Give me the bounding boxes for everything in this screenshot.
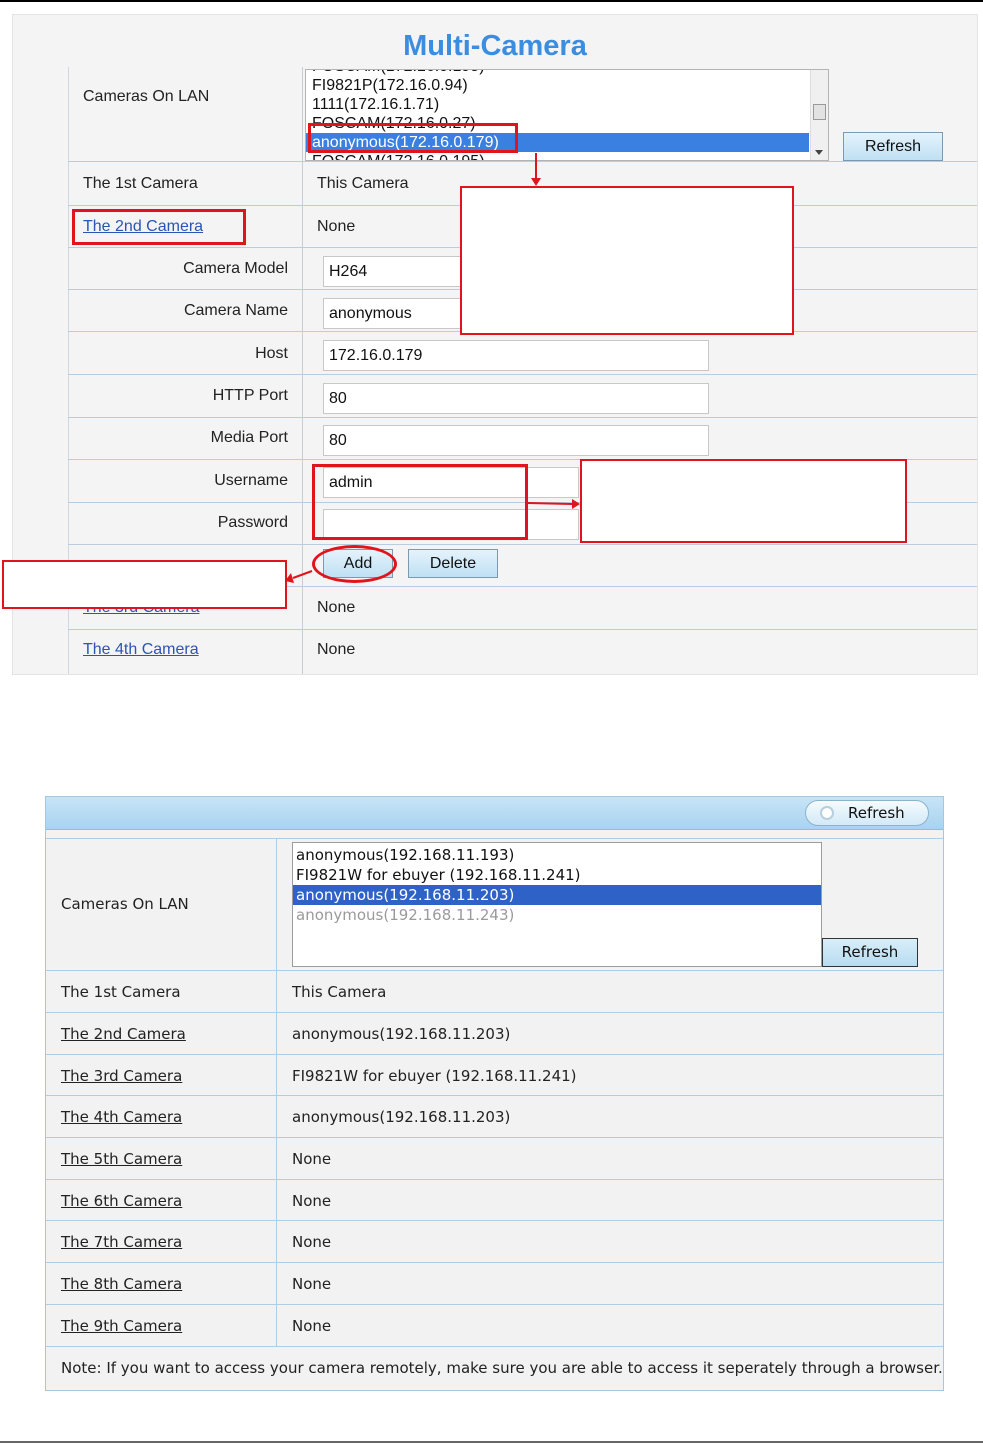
seventh-camera-link[interactable]: The 7th Camera	[61, 1233, 182, 1251]
row-divider	[46, 1220, 943, 1221]
host-label: Host	[255, 345, 288, 362]
camera-model-field[interactable]: H264	[323, 256, 473, 287]
media-port-label: Media Port	[210, 429, 288, 446]
fifth-camera-link[interactable]: The 5th Camera	[61, 1150, 182, 1168]
ninth-camera-link[interactable]: The 9th Camera	[61, 1317, 182, 1335]
row-divider	[68, 161, 977, 162]
multi-camera-screenshot-2: Refresh Cameras On LAN anonymous(192.168…	[45, 796, 944, 1391]
row-divider	[68, 374, 977, 375]
scroll-down-arrow-icon[interactable]	[815, 150, 823, 155]
username-label: Username	[214, 472, 288, 489]
delete-button[interactable]: Delete	[408, 549, 498, 578]
first-camera-value: This Camera	[292, 983, 387, 1001]
cameras-on-lan-label: Cameras On LAN	[83, 88, 210, 105]
remote-access-note: Note: If you want to access your camera …	[61, 1359, 943, 1377]
lan-camera-option-selected[interactable]: anonymous(192.168.11.203)	[293, 885, 821, 905]
refresh-button[interactable]: Refresh	[822, 938, 918, 967]
row-divider	[46, 970, 943, 971]
row-divider	[68, 417, 977, 418]
fourth-camera-value: None	[317, 641, 356, 658]
lan-camera-option[interactable]: FOSCAM(172.16.0.195)	[312, 70, 485, 76]
page-bottom-rule	[0, 1441, 983, 1443]
camera-model-label: Camera Model	[183, 260, 288, 277]
second-camera-value: anonymous(192.168.11.203)	[292, 1025, 511, 1043]
cameras-on-lan-label: Cameras On LAN	[61, 895, 189, 913]
fourth-camera-link[interactable]: The 4th Camera	[61, 1108, 182, 1126]
first-camera-label: The 1st Camera	[83, 175, 198, 192]
lan-camera-option[interactable]: 1111(172.16.1.71)	[312, 95, 439, 114]
third-camera-value: None	[317, 599, 356, 616]
seventh-camera-value: None	[292, 1233, 332, 1251]
third-camera-value: FI9821W for ebuyer (192.168.11.241)	[292, 1067, 577, 1085]
top-toolbar: Refresh	[46, 797, 943, 830]
column-divider	[302, 67, 303, 674]
row-divider	[46, 1346, 943, 1347]
password-label: Password	[217, 514, 288, 531]
row-divider	[46, 1304, 943, 1305]
row-divider	[68, 544, 977, 545]
lan-camera-option[interactable]: anonymous(192.168.11.193)	[296, 845, 514, 865]
row-divider	[46, 1012, 943, 1013]
selected-camera-highlight-box	[308, 123, 518, 153]
fifth-camera-value: None	[292, 1150, 332, 1168]
sixth-camera-value: None	[292, 1192, 332, 1210]
second-camera-highlight-box	[72, 209, 246, 245]
row-divider	[46, 1137, 943, 1138]
eighth-camera-link[interactable]: The 8th Camera	[61, 1275, 182, 1293]
top-refresh-label: Refresh	[848, 804, 905, 822]
page-top-rule	[0, 0, 983, 2]
cameras-on-lan-listbox[interactable]: anonymous(192.168.11.193) FI9821W for eb…	[292, 842, 822, 967]
refresh-button[interactable]: Refresh	[843, 132, 943, 161]
camera-name-field[interactable]: anonymous	[323, 298, 473, 329]
media-port-field[interactable]: 80	[323, 425, 709, 456]
scrollbar-thumb[interactable]	[813, 104, 826, 120]
row-divider	[46, 1095, 943, 1096]
top-refresh-button[interactable]: Refresh	[805, 800, 929, 826]
host-field[interactable]: 172.16.0.179	[323, 340, 709, 371]
http-port-field[interactable]: 80	[323, 383, 709, 414]
lan-camera-option[interactable]: FI9821W for ebuyer (192.168.11.241)	[296, 865, 581, 885]
first-camera-value: This Camera	[317, 175, 409, 192]
lan-camera-option[interactable]: FOSCAM(172.16.0.195)	[312, 152, 485, 160]
row-divider	[68, 629, 977, 630]
lan-camera-option[interactable]: FI9821P(172.16.0.94)	[312, 76, 468, 95]
row-divider	[46, 1262, 943, 1263]
refresh-icon	[820, 806, 834, 820]
annotation-callout-box	[460, 186, 794, 335]
annotation-callout-box	[580, 459, 907, 543]
column-divider	[276, 838, 277, 1347]
fourth-camera-value: anonymous(192.168.11.203)	[292, 1108, 511, 1126]
sixth-camera-link[interactable]: The 6th Camera	[61, 1192, 182, 1210]
third-camera-link[interactable]: The 3rd Camera	[61, 1067, 182, 1085]
eighth-camera-value: None	[292, 1275, 332, 1293]
http-port-label: HTTP Port	[212, 387, 288, 404]
fourth-camera-link[interactable]: The 4th Camera	[83, 641, 199, 659]
credentials-highlight-box	[312, 464, 528, 540]
camera-name-label: Camera Name	[183, 302, 288, 319]
listbox-scrollbar[interactable]	[810, 70, 828, 160]
row-divider	[46, 1179, 943, 1180]
page-title: Multi-Camera	[403, 30, 587, 62]
first-camera-label: The 1st Camera	[61, 983, 181, 1001]
ninth-camera-value: None	[292, 1317, 332, 1335]
lan-camera-option-disabled: anonymous(192.168.11.243)	[296, 906, 515, 924]
annotation-callout-box	[2, 560, 287, 609]
row-divider	[46, 1054, 943, 1055]
second-camera-value: None	[317, 218, 356, 235]
second-camera-link[interactable]: The 2nd Camera	[61, 1025, 186, 1043]
add-button-highlight-ellipse	[312, 545, 397, 583]
